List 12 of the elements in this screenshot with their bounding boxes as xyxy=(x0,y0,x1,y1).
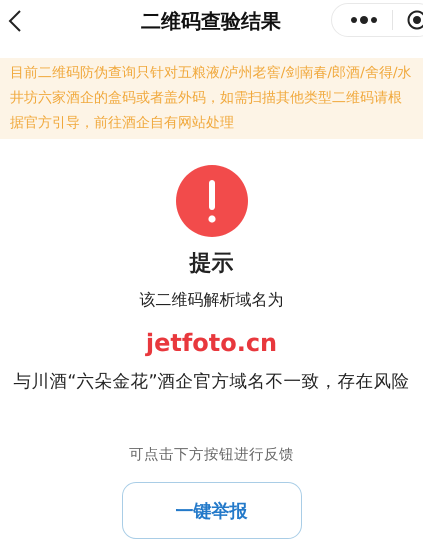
close-icon[interactable] xyxy=(407,10,423,30)
more-icon[interactable] xyxy=(350,15,378,25)
domain-text: jetfoto.cn xyxy=(146,329,278,357)
report-button[interactable]: 一键举报 xyxy=(122,482,302,539)
warning-text: 与川酒“六朵金花”酒企官方域名不一致，存在风险 xyxy=(13,371,410,393)
page-title: 二维码查验结果 xyxy=(140,8,282,35)
warning-icon xyxy=(176,165,248,237)
domain-label: 该二维码解析域名为 xyxy=(140,289,284,311)
alert-heading: 提示 xyxy=(190,250,234,278)
feedback-hint: 可点击下方按钮进行反馈 xyxy=(129,446,294,465)
back-icon[interactable] xyxy=(8,10,22,32)
notice-text: 目前二维码防伪查询只针对五粮液/泸州老窖/剑南春/郎酒/舍得/水井坊六家酒企的盒码或者盖外码，如需扫描其他类型二维码请根据官方引导，前往酒企自有网站处理 xyxy=(10,64,413,133)
